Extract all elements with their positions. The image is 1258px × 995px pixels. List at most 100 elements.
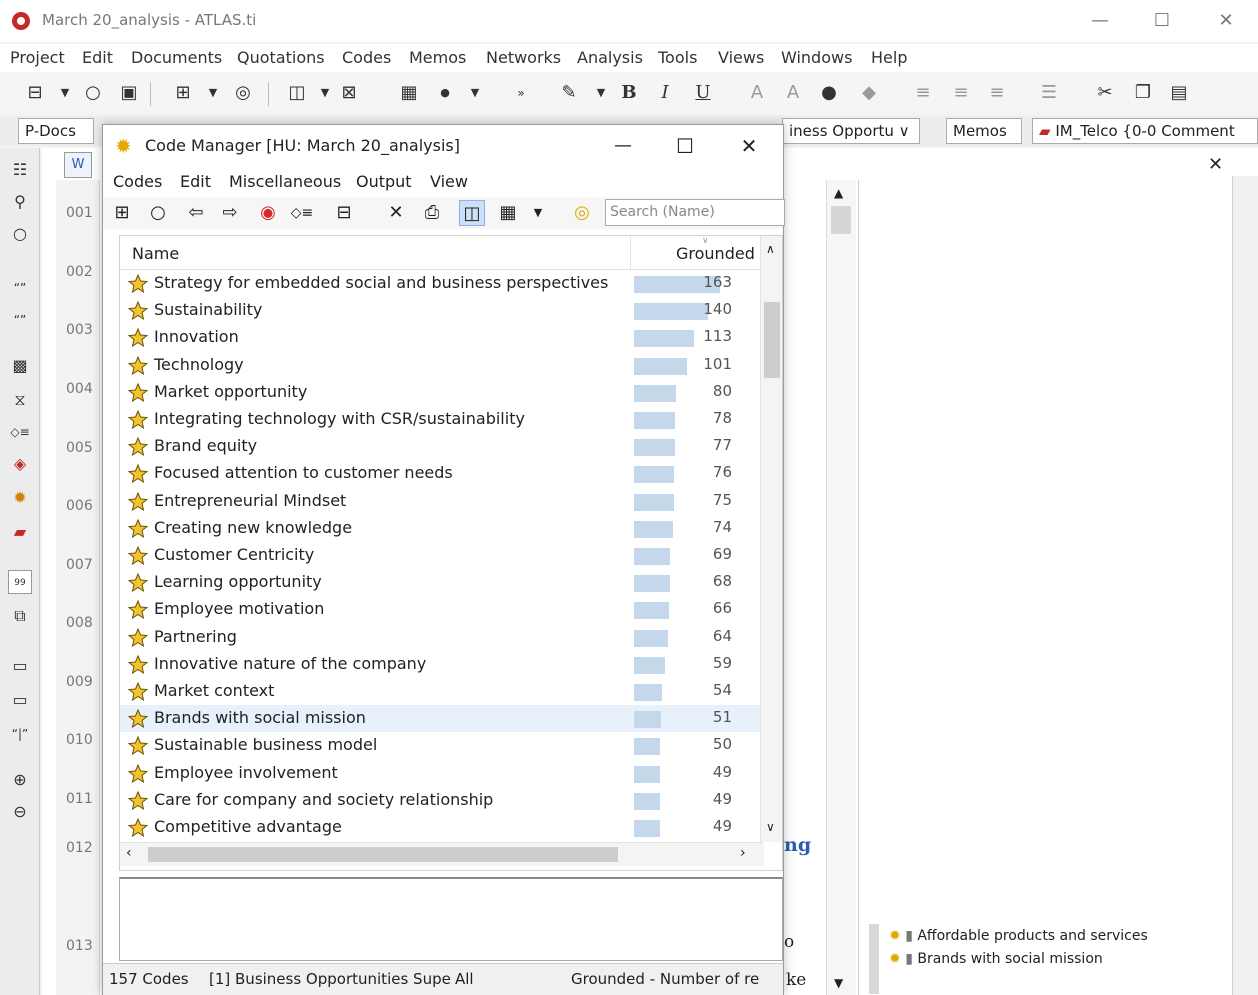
code-row[interactable]: Integrating technology with CSR/sustaina…: [120, 406, 764, 433]
color-circle-icon[interactable]: ●: [816, 80, 842, 106]
cm-menu-edit[interactable]: Edit: [180, 172, 211, 191]
menu-memos[interactable]: Memos: [409, 48, 466, 67]
code-row[interactable]: Innovation 113: [120, 324, 764, 351]
code-list-icon[interactable]: ▦: [396, 80, 422, 106]
scroll-down-icon[interactable]: ∨: [766, 820, 775, 834]
binoculars-icon[interactable]: ◎: [230, 80, 256, 106]
pen-icon[interactable]: ✎: [556, 80, 582, 106]
menu-codes[interactable]: Codes: [342, 48, 391, 67]
align-left-icon[interactable]: ≡: [910, 80, 936, 106]
code-row[interactable]: Innovative nature of the company 59: [120, 651, 764, 678]
dropdown-arrow-icon[interactable]: ▼: [52, 80, 78, 106]
minimize-button[interactable]: —: [603, 131, 643, 161]
menu-help[interactable]: Help: [871, 48, 907, 67]
back-arrow-icon[interactable]: ⇦: [183, 200, 209, 226]
open-folder-icon[interactable]: ◫: [284, 80, 310, 106]
forward-arrow-icon[interactable]: ⇨: [217, 200, 243, 226]
comment-icon[interactable]: ○: [80, 80, 106, 106]
paste-icon[interactable]: ▤: [1166, 80, 1192, 106]
comment-pane[interactable]: [119, 877, 783, 961]
search-icon[interactable]: ⚲: [8, 190, 32, 214]
code-row[interactable]: Care for company and society relationshi…: [120, 787, 764, 814]
code-filter-icon[interactable]: ⧖: [8, 388, 32, 412]
menu-project[interactable]: Project: [10, 48, 65, 67]
scroll-up-icon[interactable]: ∧: [766, 242, 775, 256]
underline-icon[interactable]: U: [690, 80, 716, 106]
code-row[interactable]: Brands with social mission 51: [120, 705, 764, 733]
word-doc-icon[interactable]: W: [64, 152, 92, 178]
new-code-icon[interactable]: ⊞: [109, 200, 135, 226]
menu-networks[interactable]: Networks: [486, 48, 561, 67]
scroll-thumb[interactable]: [764, 302, 780, 378]
increase-font-icon[interactable]: A: [780, 80, 806, 106]
menu-analysis[interactable]: Analysis: [577, 48, 643, 67]
code-row[interactable]: Customer Centricity 69: [120, 542, 764, 569]
dropdown-arrow-icon[interactable]: ▼: [312, 80, 338, 106]
code-tree-icon[interactable]: ⊟: [331, 200, 357, 226]
menu-windows[interactable]: Windows: [781, 48, 852, 67]
details-view-icon[interactable]: ▦: [495, 200, 521, 226]
quotation-icon[interactable]: “”: [8, 276, 32, 300]
menu-quotations[interactable]: Quotations: [237, 48, 325, 67]
code-tree-icon[interactable]: ⊞: [170, 80, 196, 106]
code-row[interactable]: Market context 54: [120, 678, 764, 705]
memos-dropdown[interactable]: Memos: [946, 118, 1022, 144]
maximize-button[interactable]: ☐: [1140, 6, 1184, 36]
comment-icon[interactable]: ○: [8, 222, 32, 246]
code-row[interactable]: Sustainable business model 50: [120, 732, 764, 759]
filter-code-icon[interactable]: ◎: [569, 200, 595, 226]
grounded-column-header[interactable]: Grounded: [676, 244, 755, 263]
overflow-chevron-icon[interactable]: »: [508, 80, 534, 106]
list-view-icon[interactable]: ☷: [8, 158, 32, 182]
dropdown-arrow-icon[interactable]: ▼: [200, 80, 226, 106]
bullet-list-icon[interactable]: ☰: [1036, 80, 1062, 106]
horizontal-scrollbar[interactable]: ‹ ›: [120, 842, 764, 866]
save-icon[interactable]: ▣: [116, 80, 142, 106]
maximize-button[interactable]: ☐: [665, 131, 705, 161]
scroll-thumb[interactable]: [148, 847, 618, 862]
code-row[interactable]: Strategy for embedded social and busines…: [120, 270, 764, 297]
name-column-header[interactable]: Name: [132, 244, 179, 263]
code-row[interactable]: Focused attention to customer needs 76: [120, 460, 764, 487]
pdocs-dropdown[interactable]: P-Docs: [18, 118, 94, 144]
code-network-icon[interactable]: ◈: [8, 452, 32, 476]
auto-code-icon[interactable]: ✹: [8, 486, 32, 510]
menu-documents[interactable]: Documents: [131, 48, 222, 67]
menu-tools[interactable]: Tools: [658, 48, 697, 67]
delete-icon[interactable]: ✕: [383, 200, 409, 226]
menu-views[interactable]: Views: [718, 48, 764, 67]
dropdown-arrow-icon[interactable]: ▼: [462, 80, 488, 106]
single-view-icon[interactable]: ◫: [459, 200, 485, 226]
close-doc-icon[interactable]: ✕: [1208, 154, 1223, 175]
print-icon[interactable]: ⎙: [419, 200, 445, 226]
align-right-icon[interactable]: ≡: [984, 80, 1010, 106]
scroll-down-icon[interactable]: ▼: [834, 976, 843, 990]
bold-icon[interactable]: B: [616, 80, 642, 106]
new-code-icon[interactable]: ⊟: [22, 80, 48, 106]
minimize-button[interactable]: —: [1078, 6, 1122, 36]
scroll-right-icon[interactable]: ›: [740, 845, 746, 861]
code-row[interactable]: Competitive advantage 49: [120, 814, 764, 841]
code-icon[interactable]: ▩: [8, 354, 32, 378]
code-row[interactable]: Entrepreneurial Mindset 75: [120, 488, 764, 515]
cm-menu-miscellaneous[interactable]: Miscellaneous: [229, 172, 341, 191]
close-button[interactable]: ✕: [1204, 6, 1248, 36]
code-row[interactable]: Market opportunity 80: [120, 379, 764, 406]
code-row[interactable]: Employee involvement 49: [120, 760, 764, 787]
code-row[interactable]: Partnering 64: [120, 624, 764, 651]
vertical-scrollbar[interactable]: ∧ ∨: [760, 236, 782, 842]
margin-code[interactable]: ✹ ▮ Brands with social mission: [889, 951, 1103, 967]
code-row[interactable]: Employee motivation 66: [120, 596, 764, 623]
zoom-out-icon[interactable]: ⊖: [8, 800, 32, 824]
query-tool-icon[interactable]: ⊠: [336, 80, 362, 106]
code-row[interactable]: Creating new knowledge 74: [120, 515, 764, 542]
code-filter-dropdown[interactable]: iness Opportu ∨: [782, 118, 920, 144]
memo-select[interactable]: ▰ IM_Telco {0-0 Comment: [1032, 118, 1258, 144]
color-wheel-icon[interactable]: ◉: [255, 200, 281, 226]
scroll-up-icon[interactable]: ▲: [834, 186, 843, 200]
margin-icon[interactable]: ⧉: [8, 604, 32, 628]
copy-icon[interactable]: ❐: [1130, 80, 1156, 106]
layout-top-icon[interactable]: ▭: [8, 654, 32, 678]
close-button[interactable]: ✕: [729, 131, 769, 161]
word-count-icon[interactable]: 99: [8, 570, 32, 594]
